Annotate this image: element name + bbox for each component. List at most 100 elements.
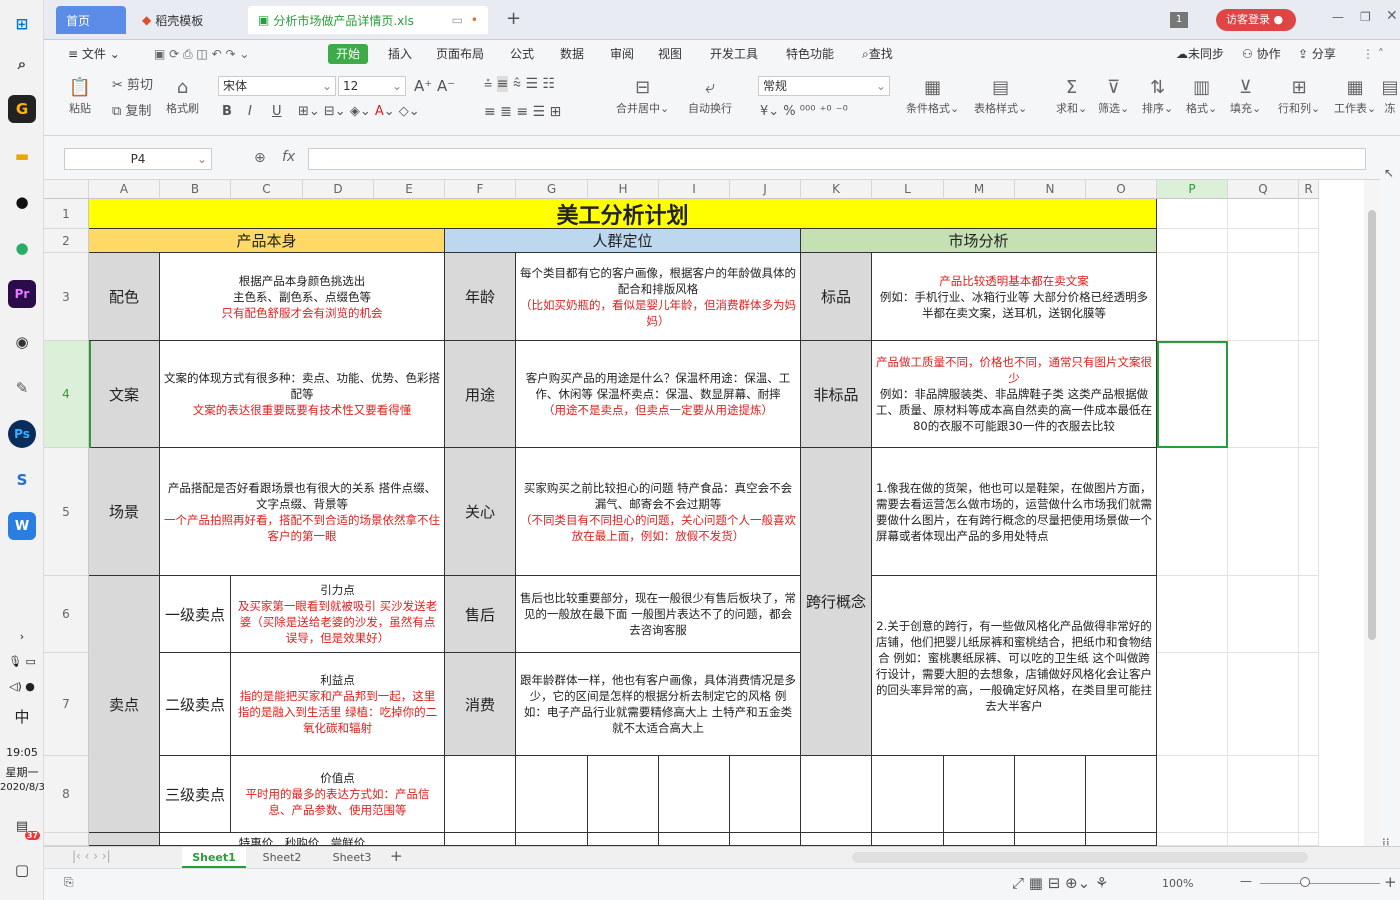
column-header-K[interactable]: K xyxy=(801,180,872,199)
chat-icon[interactable]: ▢ xyxy=(8,856,36,884)
empty-cell[interactable] xyxy=(1157,756,1228,833)
column-header-E[interactable]: E xyxy=(374,180,445,199)
empty-cell[interactable] xyxy=(1228,199,1299,229)
empty-cell[interactable] xyxy=(944,756,1015,833)
text-color[interactable]: 根据产品本身颜色挑选出 主色系、副色系、点缀色等 只有配色舒服才会有浏览的机会 xyxy=(160,253,445,341)
view-mode-icons[interactable]: ⤢ ▦ ⊟ ⊕⌄ ⚘ xyxy=(1012,874,1108,892)
format-button[interactable]: ▥ 格式⌄ xyxy=(1186,74,1217,116)
wps-icon[interactable]: W xyxy=(8,512,36,540)
column-header-H[interactable]: H xyxy=(588,180,659,199)
text-level1[interactable]: 引力点 及买家第一眼看到就被吸引 买沙发送老婆（买除是送给老婆的沙发，虽然有点误导… xyxy=(231,576,445,653)
empty-cell[interactable] xyxy=(1015,833,1086,846)
menu-insert[interactable]: 插入 xyxy=(384,44,416,64)
premiere-icon[interactable]: Pr xyxy=(8,280,36,308)
collab-button[interactable]: ⚇ 协作 xyxy=(1238,44,1285,64)
column-header-Q[interactable]: Q xyxy=(1228,180,1299,199)
menu-file[interactable]: ≡ 文件 ⌄ xyxy=(64,44,124,64)
name-box[interactable]: P4 ⌄ xyxy=(64,148,212,170)
formula-input[interactable] xyxy=(308,148,1366,170)
row-header-2[interactable]: 2 xyxy=(44,229,89,253)
spreadsheet-grid[interactable]: ABCDEFGHIJKLMNOPQR 12345678 美工分析计划 产品本身 人群… xyxy=(44,180,1364,846)
empty-cell[interactable] xyxy=(1228,341,1299,448)
maximize-icon[interactable]: ❐ xyxy=(1360,10,1371,24)
number-format-buttons[interactable]: ¥⌄ % ⁰⁰⁰ ⁺⁰ ⁻⁰ xyxy=(760,102,848,122)
empty-cell[interactable] xyxy=(1299,833,1319,846)
format-painter-button[interactable]: ⌂ 格式刷 xyxy=(166,74,199,116)
search-icon[interactable]: ⌕ xyxy=(8,50,36,78)
label-color[interactable]: 配色 xyxy=(89,253,160,341)
empty-cell[interactable] xyxy=(1299,199,1319,229)
freeze-button[interactable]: ▤ 冻 xyxy=(1382,74,1398,116)
column-header-J[interactable]: J xyxy=(730,180,801,199)
label-level2[interactable]: 二级卖点 xyxy=(160,653,231,756)
cursor-icon[interactable]: ↖ xyxy=(1384,166,1394,180)
label-aftersale[interactable]: 售后 xyxy=(445,576,516,653)
align-buttons[interactable]: ≡ ≣ ≡ ☰ ⊞ xyxy=(484,102,561,122)
label-copy[interactable]: 文案 xyxy=(89,341,160,448)
zoom-slider[interactable] xyxy=(1260,883,1380,884)
column-header-N[interactable]: N xyxy=(1015,180,1086,199)
label-consumption[interactable]: 消费 xyxy=(445,653,516,756)
share-button[interactable]: ⇪ 分享 xyxy=(1294,44,1340,64)
text-level2[interactable]: 利益点 指的是能把买家和产品邦到一起，这里指的是融入到生活里 绿植：吃掉你的二氧化… xyxy=(231,653,445,756)
font-size-adjust[interactable]: A⁺ A⁻ xyxy=(414,76,455,96)
empty-cell[interactable] xyxy=(1299,448,1319,576)
conditional-format-button[interactable]: ▦ 条件格式⌄ xyxy=(906,74,959,116)
label-crossover[interactable]: 跨行概念 xyxy=(801,448,872,756)
underline-button[interactable]: U xyxy=(272,102,282,122)
empty-cell[interactable] xyxy=(801,756,872,833)
table-style-button[interactable]: ▤ 表格样式⌄ xyxy=(974,74,1027,116)
menu-review[interactable]: 审阅 xyxy=(606,44,638,64)
menu-special[interactable]: 特色功能 xyxy=(782,44,838,64)
font-size-select[interactable]: 12 ⌄ xyxy=(338,76,406,96)
new-tab-icon[interactable]: + xyxy=(506,8,521,29)
italic-button[interactable]: I xyxy=(248,102,252,122)
empty-cell[interactable] xyxy=(588,833,659,846)
menu-start[interactable]: 开始 xyxy=(328,44,369,64)
label-level3[interactable]: 三级卖点 xyxy=(160,756,231,833)
empty-cell[interactable] xyxy=(659,756,730,833)
window-icon[interactable]: ▭ xyxy=(452,13,463,27)
label-nonstandard[interactable]: 非标品 xyxy=(801,341,872,448)
empty-cell[interactable] xyxy=(801,833,872,846)
status-left-icon[interactable]: ⎘ xyxy=(64,875,74,890)
copy-button[interactable]: ⧉ 复制 xyxy=(112,102,151,122)
text-crossover-2[interactable]: 2.关于创意的跨行，有一些做风格化产品做得非常好的店铺，他们把婴儿纸尿裤和蜜桃结… xyxy=(872,576,1157,756)
empty-cell[interactable] xyxy=(1086,833,1157,846)
label-concern[interactable]: 关心 xyxy=(445,448,516,576)
empty-cell[interactable] xyxy=(1086,756,1157,833)
sheet-tab-2[interactable]: Sheet2 xyxy=(250,847,314,868)
empty-cell[interactable] xyxy=(1228,253,1299,341)
empty-cell[interactable] xyxy=(944,833,1015,846)
empty-cell[interactable] xyxy=(1299,576,1319,653)
column-header-I[interactable]: I xyxy=(659,180,730,199)
mic-icon[interactable]: 🎙 ▭ xyxy=(0,655,44,668)
align-top-buttons[interactable]: ⩮ ≡ ⩯ ☰ ☷ xyxy=(484,74,555,94)
cut-button[interactable]: ✂ 剪切 xyxy=(112,76,153,96)
text-level3[interactable]: 价值点 平时用的最多的表达方式如：产品信息、产品参数、使用范围等 xyxy=(231,756,445,833)
close-icon[interactable]: ✕ xyxy=(1386,8,1398,24)
number-format-select[interactable]: 常规 ⌄ xyxy=(758,76,890,96)
text-standard[interactable]: 产品比较透明基本都在卖文案 例如：手机行业、冰箱行业等 大部分价格已经透明多半都在… xyxy=(872,253,1157,341)
app-g-icon[interactable]: G xyxy=(8,95,36,123)
text-copy[interactable]: 文案的体现方式有很多种：卖点、功能、优势、色彩搭配等 文案的表达很重要既要有技术性… xyxy=(160,341,445,448)
row9-col-a[interactable] xyxy=(89,833,160,846)
scroll-thumb[interactable] xyxy=(1368,210,1376,640)
sync-button[interactable]: ☁未同步 xyxy=(1172,44,1228,64)
label-standard[interactable]: 标品 xyxy=(801,253,872,341)
more-menu-icon[interactable]: ⋮ ˄ xyxy=(1358,44,1388,64)
volume-icon[interactable]: ◁) ● xyxy=(0,680,44,693)
column-header-R[interactable]: R xyxy=(1299,180,1319,199)
text-nonstandard[interactable]: 产品做工质量不同，价格也不同，通常只有图片文案很少 例如：非品牌服装类、非品牌鞋子… xyxy=(872,341,1157,448)
font-name-select[interactable]: 宋体 ⌄ xyxy=(218,76,336,96)
empty-cell[interactable] xyxy=(1228,229,1299,253)
empty-cell[interactable] xyxy=(1299,253,1319,341)
text-consumption[interactable]: 跟年龄群体一样，他也有客户画像，具体消费情况是多少，它的区间是怎样的根据分析去制… xyxy=(516,653,801,756)
text-scene[interactable]: 产品搭配是否好看跟场景也有很大的关系 搭件点缀、文字点缀、背景等 一个产品拍照再好… xyxy=(160,448,445,576)
menu-search[interactable]: ⌕查找 xyxy=(858,44,897,64)
fill-button[interactable]: ⊻ 填充⌄ xyxy=(1230,74,1261,116)
text-age[interactable]: 每个类目都有它的客户画像，根据客户的年龄做具体的配合和排版风格 （比如买奶瓶的，看… xyxy=(516,253,801,341)
text-concern[interactable]: 买家购买之前比较担心的问题 特产食品：真空会不会漏气、邮寄会不会过期等 （不同类目… xyxy=(516,448,801,576)
photoshop-icon[interactable]: Ps xyxy=(8,420,36,448)
login-button[interactable]: 访客登录 ● xyxy=(1216,9,1296,31)
